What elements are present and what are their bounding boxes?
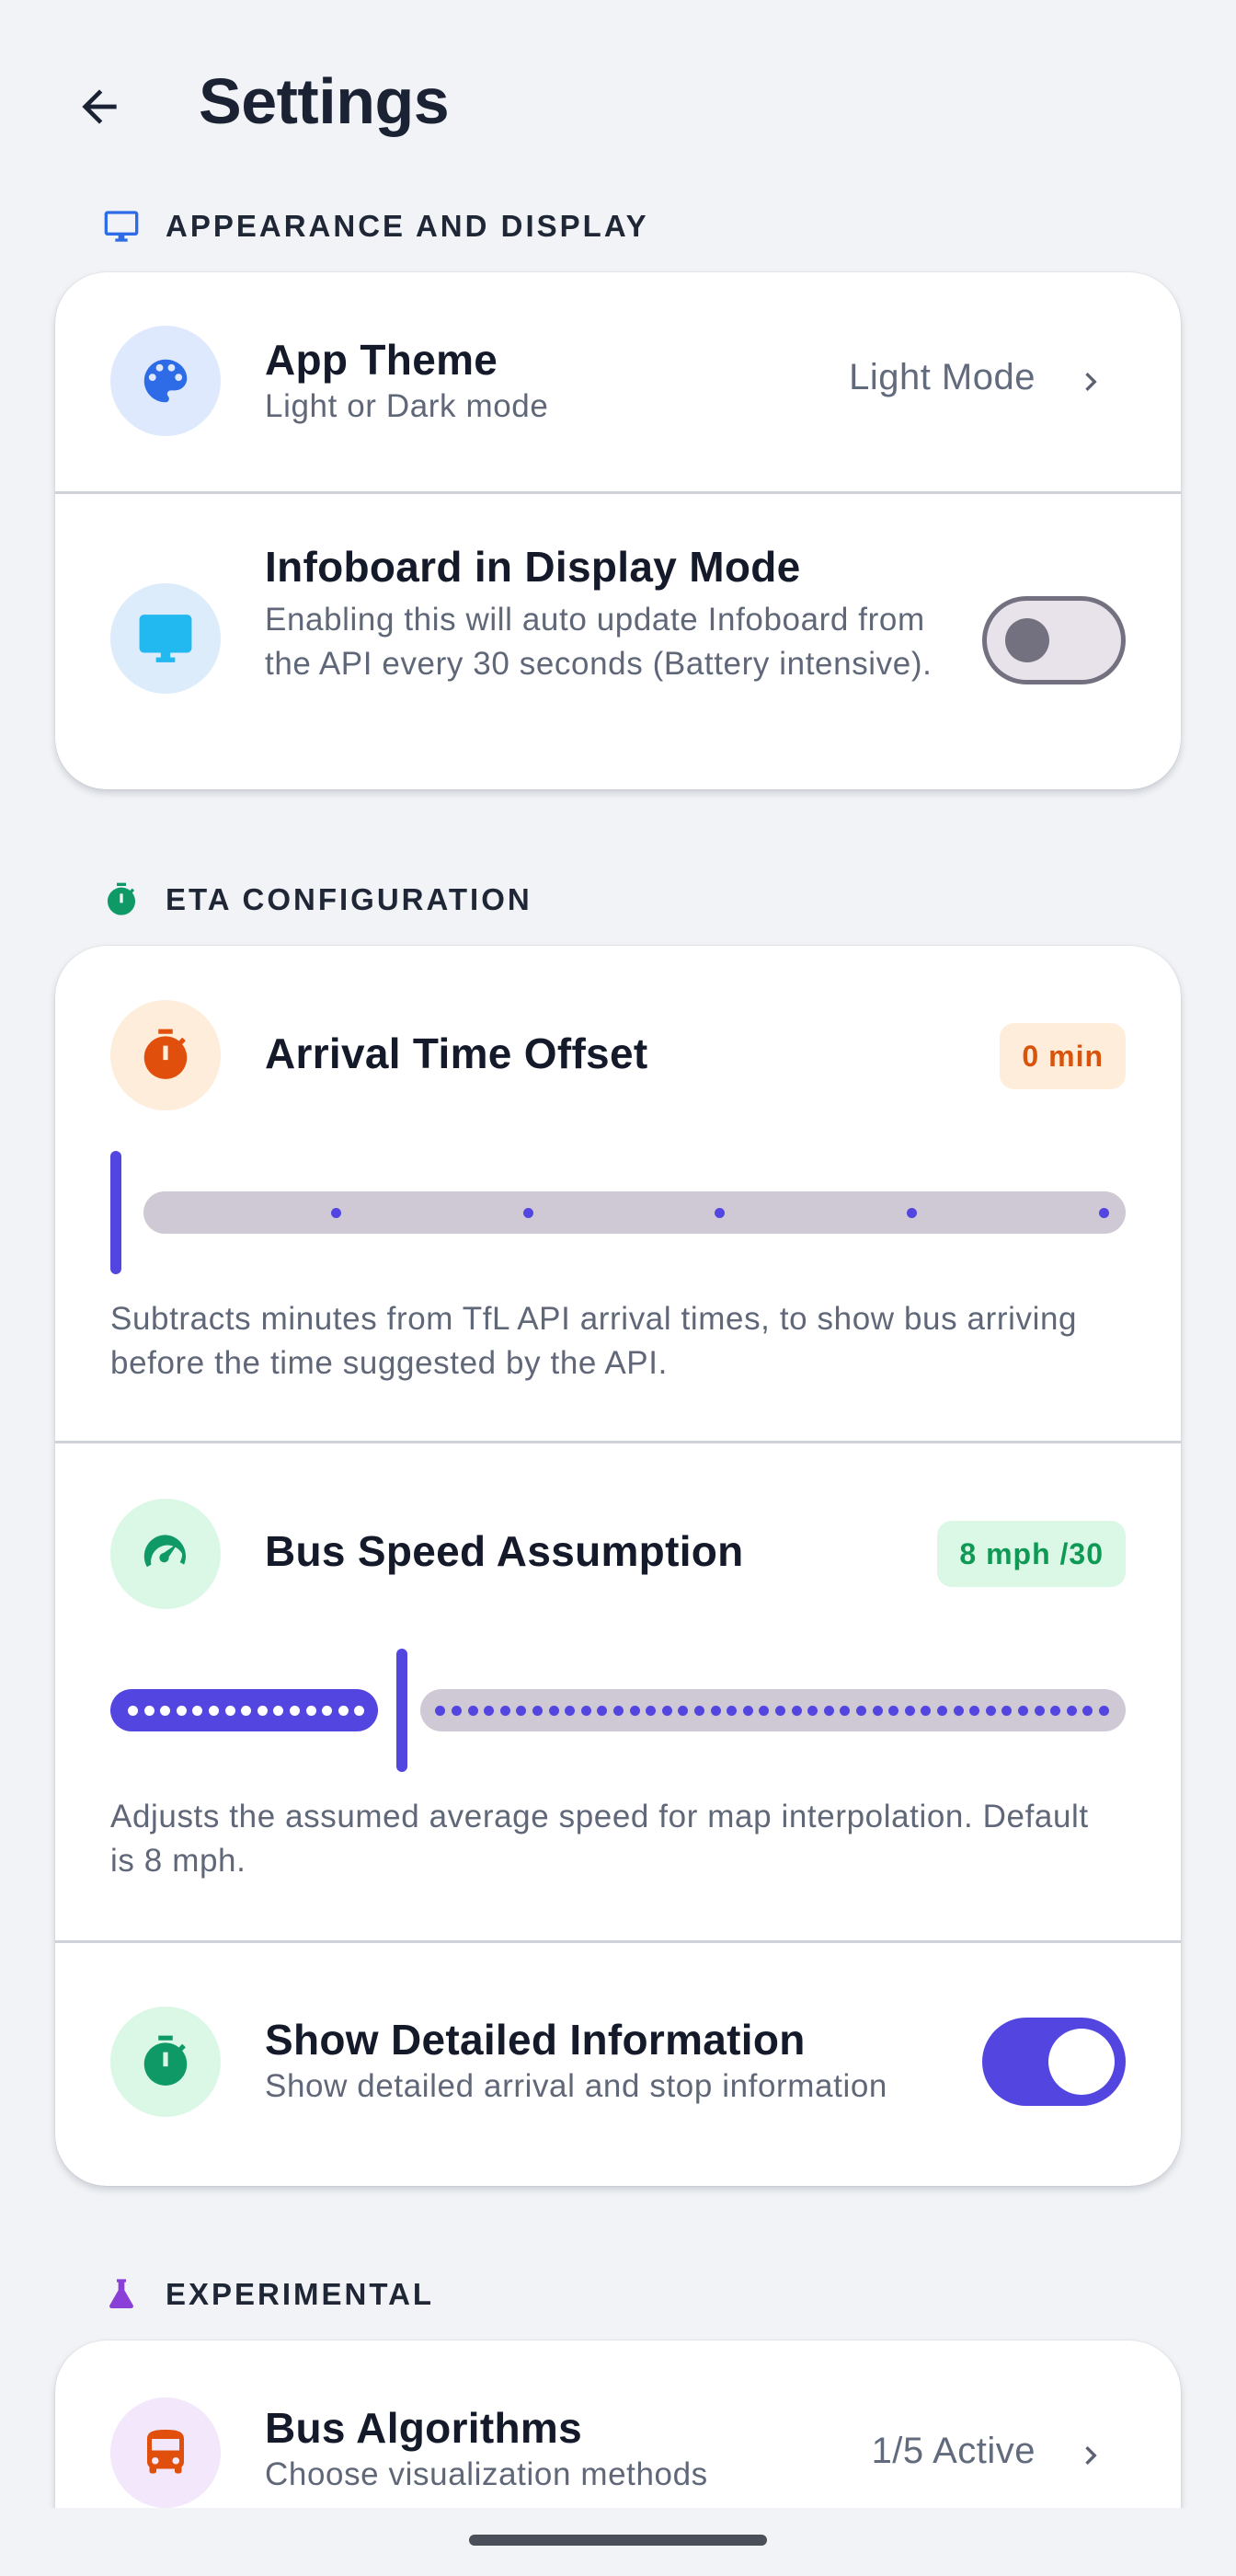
slider-tick <box>1018 1706 1028 1716</box>
slider-tick <box>791 1706 802 1716</box>
arrival-offset-description: Subtracts minutes from TfL API arrival t… <box>110 1301 1078 1381</box>
appearance-card: App Theme Light or Dark mode Light Mode … <box>55 272 1181 789</box>
infoboard-title: Infoboard in Display Mode <box>265 543 801 591</box>
section-header-eta: ETA CONFIGURATION <box>103 881 532 918</box>
slider-tick <box>904 1706 915 1716</box>
slider-tick <box>742 1706 753 1716</box>
app-theme-subtitle: Light or Dark mode <box>265 388 549 424</box>
section-label: EXPERIMENTAL <box>166 2277 435 2311</box>
detailed-info-toggle[interactable] <box>982 2018 1126 2106</box>
slider-tick <box>305 1706 316 1716</box>
section-header-experimental: EXPERIMENTAL <box>103 2276 434 2313</box>
arrival-offset-slider[interactable] <box>110 1148 1126 1277</box>
bus-speed-slider[interactable] <box>110 1646 1126 1775</box>
detailed-info-subtitle: Show detailed arrival and stop informati… <box>265 2068 887 2104</box>
slider-tick <box>128 1706 138 1716</box>
slider-thumb[interactable] <box>396 1649 408 1772</box>
bus-algorithms-subtitle: Choose visualization methods <box>265 2456 708 2492</box>
flask-icon <box>103 2276 140 2313</box>
slider-tick <box>775 1706 785 1716</box>
chevron-right-icon <box>1072 2432 1109 2478</box>
arrival-offset-title: Arrival Time Offset <box>265 1029 648 1077</box>
arrival-offset-row: Arrival Time Offset 0 min Subtracts minu… <box>55 946 1181 1441</box>
slider-tick <box>209 1706 219 1716</box>
monitor-icon <box>103 208 140 245</box>
slider-tick <box>467 1706 478 1716</box>
bus-algorithms-icon-circle <box>110 2398 221 2508</box>
back-button[interactable] <box>72 79 127 134</box>
infoboard-icon-circle <box>110 583 221 694</box>
bus-speed-icon-circle <box>110 1499 221 1609</box>
timer-icon <box>103 881 140 918</box>
monitor-icon <box>139 615 192 662</box>
timer-icon <box>143 1029 188 1079</box>
slider-tick <box>1099 1706 1109 1716</box>
slider-tick <box>532 1706 543 1716</box>
section-header-appearance: APPEARANCE AND DISPLAY <box>103 208 649 245</box>
timer-icon <box>143 2035 188 2086</box>
slider-thumb[interactable] <box>110 1151 121 1274</box>
slider-tick <box>338 1706 349 1716</box>
section-label: APPEARANCE AND DISPLAY <box>166 209 649 243</box>
slider-tick <box>985 1706 996 1716</box>
slider-tick <box>1099 1208 1109 1218</box>
slider-tick <box>257 1706 268 1716</box>
slider-tick <box>176 1706 187 1716</box>
slider-tick <box>1066 1706 1077 1716</box>
home-indicator[interactable] <box>469 2535 767 2546</box>
slider-tick <box>823 1706 834 1716</box>
palette-icon <box>143 359 188 403</box>
slider-tick <box>1034 1706 1045 1716</box>
slider-tick <box>499 1706 510 1716</box>
slider-track-inactive <box>143 1191 1126 1234</box>
eta-card: Arrival Time Offset 0 min Subtracts minu… <box>55 946 1181 2186</box>
section-label: ETA CONFIGURATION <box>166 882 532 916</box>
infoboard-row: Infoboard in Display Mode Enabling this … <box>55 494 1181 789</box>
toggle-knob <box>1048 2029 1115 2095</box>
bus-speed-title: Bus Speed Assumption <box>265 1527 744 1575</box>
slider-tick <box>548 1706 559 1716</box>
detailed-info-row: Show Detailed Information Show detailed … <box>55 1943 1181 2186</box>
app-theme-icon-circle <box>110 326 221 436</box>
arrival-offset-badge: 0 min <box>1000 1023 1126 1089</box>
slider-tick <box>710 1706 721 1716</box>
bus-speed-description: Adjusts the assumed average speed for ma… <box>110 1799 1089 1879</box>
speedometer-icon <box>143 1535 186 1568</box>
chevron-right-icon <box>1072 359 1109 405</box>
infoboard-subtitle: Enabling this will auto update Infoboard… <box>265 602 933 682</box>
slider-tick <box>452 1706 462 1716</box>
arrow-back-icon <box>82 89 117 124</box>
slider-tick <box>872 1706 883 1716</box>
app-theme-row[interactable]: App Theme Light or Dark mode Light Mode <box>55 272 1181 491</box>
slider-tick <box>953 1706 964 1716</box>
bus-speed-badge: 8 mph /30 <box>937 1521 1126 1587</box>
bus-algorithms-title: Bus Algorithms <box>265 2404 582 2452</box>
arrival-offset-icon-circle <box>110 1000 221 1110</box>
bus-icon <box>147 2430 184 2474</box>
slider-tick <box>522 1208 533 1218</box>
detailed-info-icon-circle <box>110 2007 221 2117</box>
top-app-bar: Settings <box>0 0 1236 212</box>
app-theme-title: App Theme <box>265 336 498 384</box>
page-title: Settings <box>199 65 450 137</box>
slider-tick <box>937 1706 947 1716</box>
slider-tick <box>580 1706 591 1716</box>
bus-algorithms-value: 1/5 Active <box>871 2431 1036 2471</box>
slider-tick <box>613 1706 624 1716</box>
detailed-info-title: Show Detailed Information <box>265 2016 806 2064</box>
slider-tick <box>694 1706 704 1716</box>
bus-speed-row: Bus Speed Assumption 8 mph /30 Adjusts t… <box>55 1443 1181 1940</box>
slider-tick <box>661 1706 672 1716</box>
slider-tick <box>224 1706 235 1716</box>
slider-tick <box>629 1706 640 1716</box>
slider-tick <box>290 1706 300 1716</box>
slider-tick <box>143 1706 154 1716</box>
infoboard-toggle[interactable] <box>982 596 1126 684</box>
app-theme-value: Light Mode <box>849 357 1036 397</box>
toggle-knob <box>1005 618 1049 662</box>
slider-tick <box>856 1706 866 1716</box>
slider-tick <box>330 1208 341 1218</box>
